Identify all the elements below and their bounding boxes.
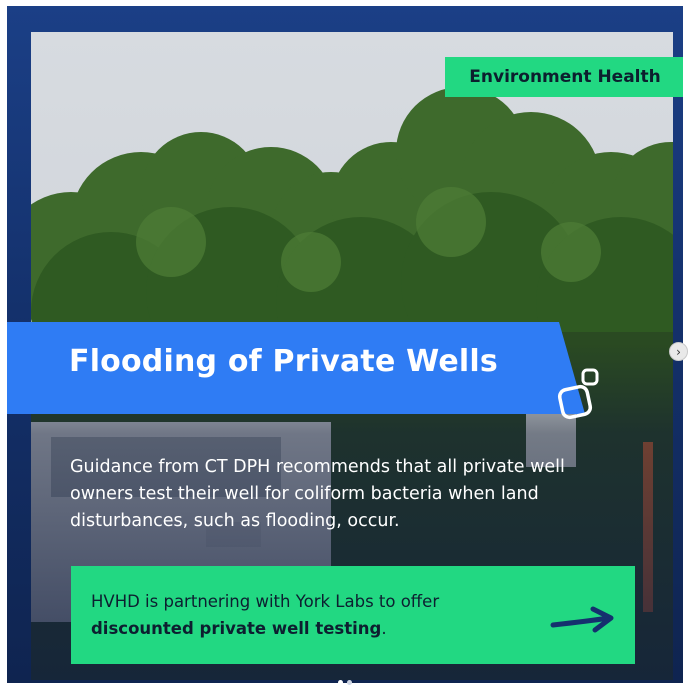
post-frame: Environment Health Flooding of Private W…: [7, 6, 683, 683]
cta-text-lead: HVHD is partnering with York Labs to off…: [91, 592, 440, 611]
category-tag: Environment Health: [445, 57, 683, 97]
carousel-dot-1[interactable]: [338, 680, 343, 685]
cta-text-bold: discounted private well testing: [91, 619, 382, 638]
carousel-indicator: [338, 680, 352, 685]
carousel-dot-2[interactable]: [347, 680, 352, 685]
post-body-text: Guidance from CT DPH recommends that all…: [70, 457, 565, 531]
cta-text-suffix: .: [381, 619, 387, 638]
post-title: Flooding of Private Wells: [69, 344, 498, 379]
carousel-next-button[interactable]: ›: [669, 342, 688, 361]
cta-text: HVHD is partnering with York Labs to off…: [91, 588, 521, 642]
arrow-right-icon: [550, 606, 614, 633]
cta-banner[interactable]: HVHD is partnering with York Labs to off…: [71, 566, 635, 664]
decorative-shapes-icon: [557, 368, 599, 420]
chevron-right-icon: ›: [676, 344, 681, 359]
